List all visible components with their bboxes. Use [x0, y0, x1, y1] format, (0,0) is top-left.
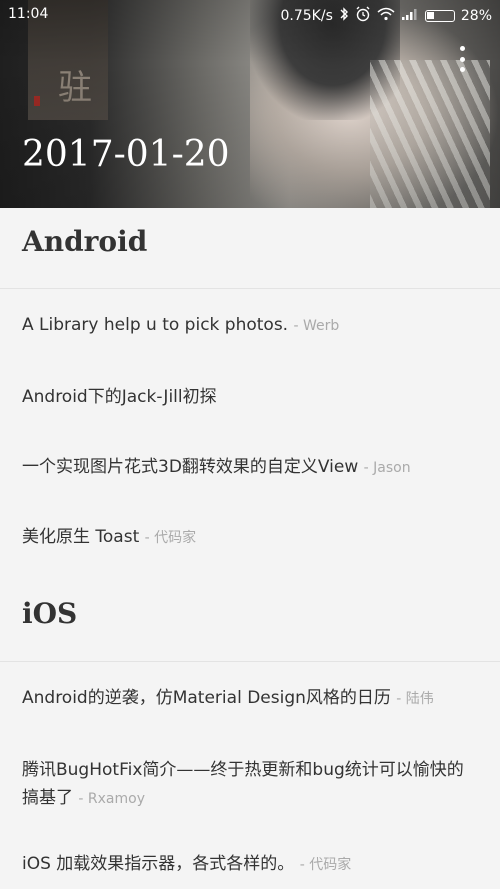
status-bar: 11:04 0.75K/s 28% [0, 0, 500, 30]
item-title: A Library help u to pick photos. [22, 315, 289, 335]
item-title: 一个实现图片花式3D翻转效果的自定义View [22, 457, 359, 477]
page-date: 2017-01-20 [22, 134, 230, 175]
item-author: - Rxamoy [78, 791, 145, 807]
battery-icon [424, 10, 455, 22]
section-title-ios: iOS [22, 597, 78, 630]
content-list: Android A Library help u to pick photos.… [0, 208, 500, 888]
item-title: Android下的Jack-Jill初探 [22, 387, 217, 407]
item-title: 美化原生 Toast [22, 527, 140, 547]
battery-percent: 28% [460, 8, 492, 24]
alarm-icon [355, 6, 371, 26]
list-item[interactable]: 一个实现图片花式3D翻转效果的自定义View - Jason [0, 431, 500, 503]
item-author: - 代码家 [299, 857, 352, 873]
wifi-icon [377, 7, 395, 25]
item-author: - 代码家 [144, 530, 197, 546]
list-item[interactable]: Android的逆袭，仿Material Design风格的日历 - 陆伟 [0, 662, 500, 732]
item-author: - Jason [363, 460, 411, 476]
more-options-icon[interactable] [456, 46, 468, 72]
list-item[interactable]: A Library help u to pick photos. - Werb [0, 289, 500, 361]
header-shade [0, 0, 500, 208]
list-item[interactable]: Android下的Jack-Jill初探 [0, 361, 500, 431]
status-right: 0.75K/s 28% [280, 6, 492, 26]
list-item[interactable]: 美化原生 Toast - 代码家 [0, 503, 500, 567]
signal-icon [401, 8, 419, 24]
header-image: 驻 [0, 0, 500, 208]
item-author: - 陆伟 [396, 691, 434, 707]
section-title-android: Android [22, 225, 148, 258]
item-title: iOS 加载效果指示器，各式各样的。 [22, 854, 295, 874]
net-speed: 0.75K/s [280, 8, 333, 24]
list-item[interactable]: 腾讯BugHotFix简介——终于热更新和bug统计可以愉快的搞基了 - Rxa… [0, 732, 500, 828]
bluetooth-icon [339, 7, 349, 25]
status-time: 11:04 [8, 6, 49, 22]
list-item[interactable]: iOS 加载效果指示器，各式各样的。 - 代码家 [0, 828, 500, 888]
item-title: Android的逆袭，仿Material Design风格的日历 [22, 688, 391, 708]
item-author: - Werb [293, 318, 340, 334]
